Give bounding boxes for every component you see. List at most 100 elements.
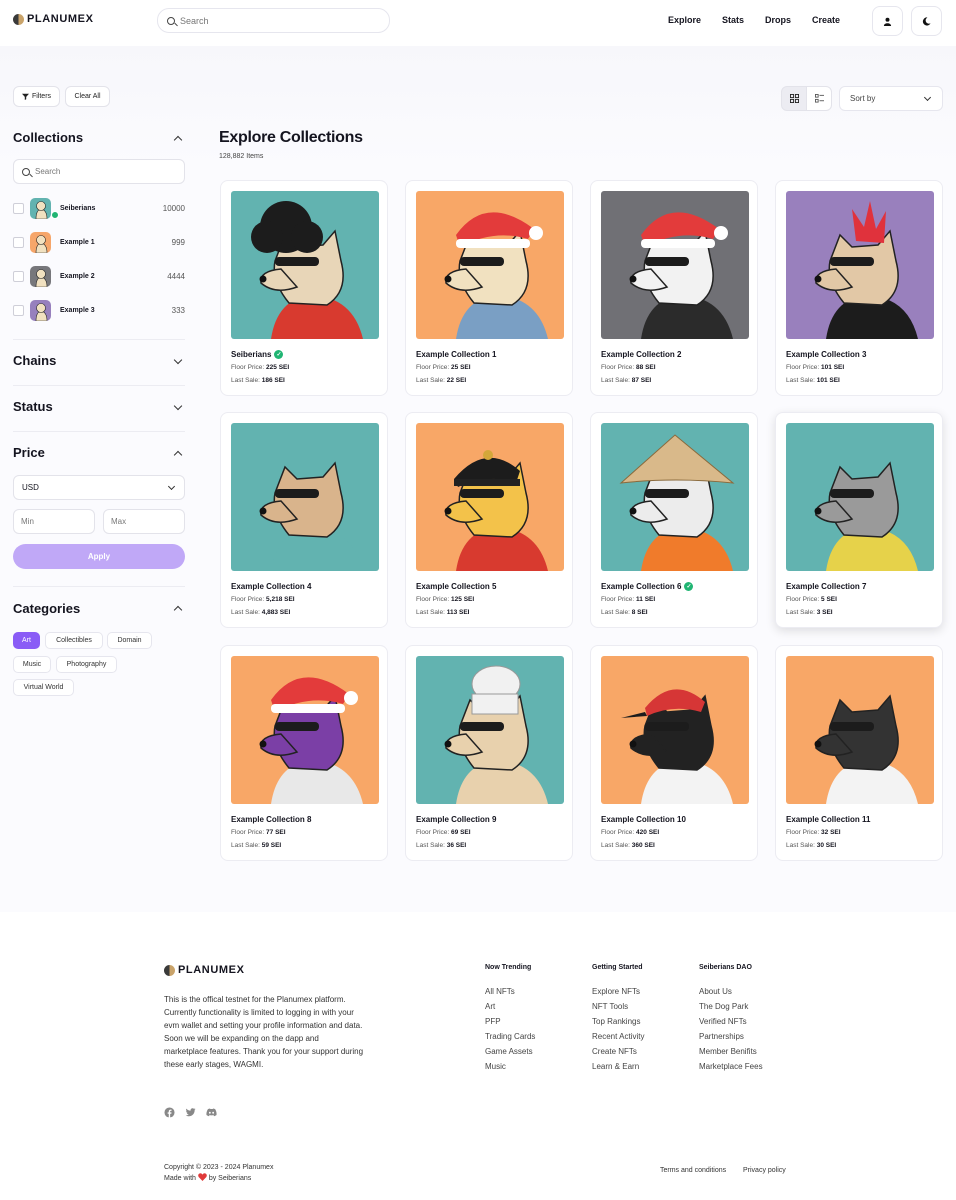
collection-name[interactable]: Example Collection 4 [231,582,311,591]
collection-name[interactable]: Example Collection 11 [786,815,870,824]
collection-card[interactable]: Example Collection 8 Floor Price: 77 SEI L… [220,645,388,861]
collection-image[interactable] [231,423,379,571]
last-sale-value: 30 SEI [816,842,837,849]
footer-link[interactable]: Verified NFTs [699,1017,747,1026]
collection-image[interactable] [416,191,564,339]
profile-button[interactable] [872,6,903,36]
footer-link[interactable]: Marketplace Fees [699,1062,763,1071]
collection-card[interactable]: Seiberians ✓ Floor Price: 225 SEI Last Sale… [220,180,388,396]
page-title: Explore Collections [219,129,363,146]
min-price-input[interactable]: Min [13,509,95,534]
collection-card[interactable]: Example Collection 4 Floor Price: 5,218 S… [220,412,388,628]
global-search[interactable] [157,8,390,33]
nav-drops[interactable]: Drops [765,15,791,25]
collection-image[interactable] [416,656,564,804]
collection-image[interactable] [786,656,934,804]
collection-image[interactable] [786,191,934,339]
theme-toggle-button[interactable] [911,6,942,36]
footer-link[interactable]: Game Assets [485,1047,533,1056]
apply-button[interactable]: Apply [13,544,185,569]
collection-name[interactable]: Example Collection 9 [416,815,496,824]
footer-link[interactable]: PFP [485,1017,501,1026]
collection-image[interactable] [231,656,379,804]
footer-link[interactable]: About Us [699,987,732,996]
collection-image[interactable] [601,656,749,804]
facebook-icon[interactable] [164,1107,175,1118]
collection-card[interactable]: Example Collection 2 Floor Price: 88 SEI L… [590,180,758,396]
collection-name[interactable]: Seiberians ✓ [231,350,284,359]
currency-select[interactable]: USD [13,475,185,500]
collection-card[interactable]: Example Collection 1 Floor Price: 25 SEI L… [405,180,573,396]
nav-explore[interactable]: Explore [668,15,701,25]
collection-filter-row[interactable]: Seiberians 10000 [13,197,185,219]
footer-logo[interactable]: PLANUMEX [164,964,245,976]
footer-link[interactable]: Create NFTs [592,1047,637,1056]
collection-card[interactable]: Example Collection 6 ✓ Floor Price: 11 SEI… [590,412,758,628]
category-collectibles[interactable]: Collectibles [45,632,103,649]
footer-link[interactable]: Art [485,1002,495,1011]
chevron-down-icon [923,93,932,102]
privacy-link[interactable]: Privacy policy [743,1167,786,1174]
list-view-button[interactable] [806,86,832,111]
collection-filter-row[interactable]: Example 1 999 [13,231,185,253]
collection-filter-row[interactable]: Example 2 4444 [13,265,185,287]
footer-link[interactable]: Recent Activity [592,1032,644,1041]
collection-image[interactable] [601,423,749,571]
collection-card[interactable]: Example Collection 7 Floor Price: 5 SEI La… [775,412,943,628]
footer-link[interactable]: Learn & Earn [592,1062,639,1071]
collection-name[interactable]: Example Collection 7 [786,582,866,591]
status-heading[interactable]: Status [13,399,53,414]
collection-name[interactable]: Example Collection 10 [601,815,686,824]
collection-checkbox[interactable] [13,270,24,282]
collection-checkbox[interactable] [13,304,24,316]
collection-name[interactable]: Example Collection 8 [231,815,311,824]
footer-link[interactable]: All NFTs [485,987,515,996]
terms-link[interactable]: Terms and conditions [660,1167,726,1174]
collection-search-input[interactable] [35,167,175,176]
collection-name[interactable]: Example Collection 2 [601,350,681,359]
max-price-input[interactable]: Max [103,509,185,534]
brand-logo[interactable]: PLANUMEX [13,13,94,25]
chains-heading[interactable]: Chains [13,353,56,368]
category-photography[interactable]: Photography [56,656,117,673]
collection-search[interactable] [13,159,185,184]
clear-all-button[interactable]: Clear All [65,86,110,107]
collection-name[interactable]: Example Collection 5 [416,582,496,591]
footer-link[interactable]: The Dog Park [699,1002,748,1011]
category-art[interactable]: Art [13,632,40,649]
nav-stats[interactable]: Stats [722,15,744,25]
nav-create[interactable]: Create [812,15,840,25]
filters-button[interactable]: Filters [13,86,60,107]
footer-link[interactable]: NFT Tools [592,1002,628,1011]
footer-link[interactable]: Explore NFTs [592,987,640,996]
collection-name[interactable]: Example Collection 3 [786,350,866,359]
price-heading[interactable]: Price [13,445,45,460]
grid-view-button[interactable] [781,86,807,111]
footer-link[interactable]: Top Rankings [592,1017,640,1026]
collection-card[interactable]: Example Collection 10 Floor Price: 420 SE… [590,645,758,861]
collection-image[interactable] [231,191,379,339]
collection-image[interactable] [416,423,564,571]
sort-select[interactable]: Sort by [839,86,943,111]
collection-image[interactable] [786,423,934,571]
collection-checkbox[interactable] [13,236,24,248]
footer-link[interactable]: Music [485,1062,506,1071]
collection-card[interactable]: Example Collection 11 Floor Price: 32 SEI… [775,645,943,861]
category-music[interactable]: Music [13,656,51,673]
category-domain[interactable]: Domain [107,632,152,649]
collection-checkbox[interactable] [13,202,24,214]
twitter-icon[interactable] [185,1107,196,1118]
collection-image[interactable] [601,191,749,339]
collection-card[interactable]: Example Collection 5 Floor Price: 125 SEI… [405,412,573,628]
collection-card[interactable]: Example Collection 9 Floor Price: 69 SEI L… [405,645,573,861]
collection-filter-row[interactable]: Example 3 333 [13,299,185,321]
collection-name[interactable]: Example Collection 6 ✓ [601,582,694,591]
collection-card[interactable]: Example Collection 3 Floor Price: 101 SEI… [775,180,943,396]
footer-link[interactable]: Member Benifits [699,1047,757,1056]
footer-link[interactable]: Partnerships [699,1032,744,1041]
category-virtual-world[interactable]: Virtual World [13,679,74,696]
search-input[interactable] [180,15,380,26]
discord-icon[interactable] [206,1107,217,1118]
footer-link[interactable]: Trading Cards [485,1032,535,1041]
collection-name[interactable]: Example Collection 1 [416,350,496,359]
